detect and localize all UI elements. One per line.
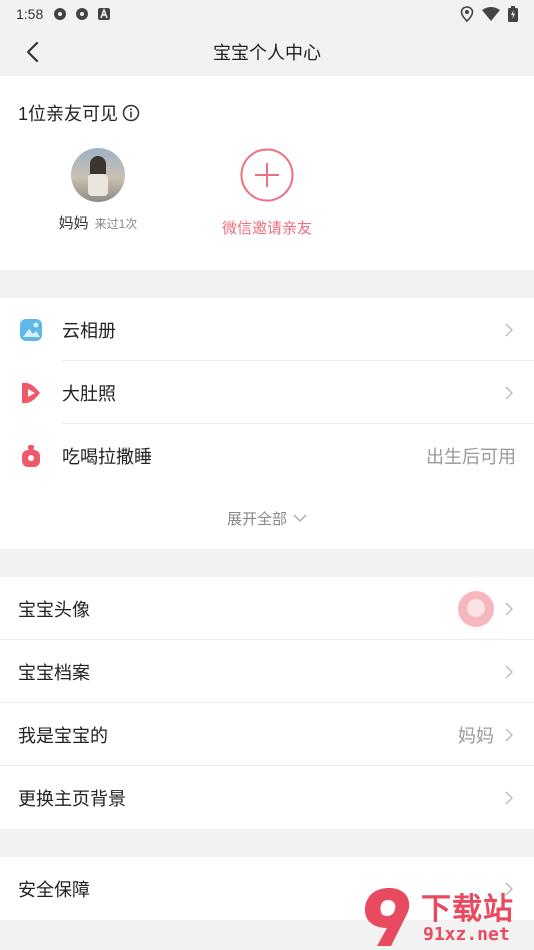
row-label: 大肚照	[62, 383, 116, 404]
info-icon[interactable]	[122, 104, 140, 122]
avatar	[71, 148, 125, 202]
row-label: 我是宝宝的	[18, 725, 108, 746]
nav-bar: 宝宝个人中心	[0, 28, 534, 76]
chevron-right-icon	[505, 728, 513, 741]
row-label: 吃喝拉撒睡	[62, 446, 152, 467]
watermark-nine-icon	[365, 888, 410, 946]
visible-count-title: 1位亲友可见	[18, 100, 140, 126]
expand-all-button[interactable]: 展开全部	[0, 487, 534, 549]
chevron-right-icon	[505, 791, 513, 804]
watermark-url: 91xz.net	[423, 924, 510, 945]
daily-care-row[interactable]: 吃喝拉撒睡 出生后可用	[0, 424, 534, 487]
member-visit-count: 来过1次	[94, 217, 138, 231]
change-background-row[interactable]: 更换主页背景	[0, 766, 534, 829]
member-name: 妈妈	[58, 215, 89, 232]
watermark-logo: 下载站 91xz.net	[359, 880, 534, 950]
settings-card: 宝宝头像 宝宝档案 我是宝宝的 妈妈 更换主页背景	[0, 577, 534, 829]
status-time: 1:58	[16, 6, 44, 22]
app-notification-icon	[54, 8, 67, 20]
page-title: 宝宝个人中心	[213, 43, 321, 63]
chevron-right-icon	[505, 602, 513, 615]
chevron-right-icon	[505, 665, 513, 678]
row-label: 宝宝档案	[18, 662, 90, 683]
row-label: 宝宝头像	[18, 599, 90, 620]
wifi-icon	[482, 7, 500, 21]
row-label: 更换主页背景	[18, 788, 126, 809]
row-value: 出生后可用	[426, 446, 516, 467]
baby-bottle-icon	[22, 444, 40, 467]
status-bar: 1:58	[0, 0, 534, 28]
visible-count-label: 1位亲友可见	[18, 104, 119, 124]
expand-label: 展开全部	[226, 510, 287, 528]
app-notification-a-icon	[98, 7, 111, 20]
invite-label: 微信邀请亲友	[221, 220, 312, 237]
features-card: 云相册 大肚照 吃喝拉撒睡 出生后可用 展开全部	[0, 298, 534, 549]
chevron-right-icon	[505, 386, 513, 399]
member-info: 妈妈 来过1次	[48, 212, 148, 233]
family-visibility-card: 1位亲友可见 妈妈 来过1次 微信邀请亲友	[0, 76, 534, 270]
invite-wechat-button[interactable]: 微信邀请亲友	[215, 148, 319, 238]
baby-profile-row[interactable]: 宝宝档案	[0, 640, 534, 703]
app-notification-icon	[76, 8, 89, 20]
belly-photo-row[interactable]: 大肚照	[0, 361, 534, 424]
row-value: 妈妈	[458, 725, 494, 746]
back-arrow-icon[interactable]	[22, 40, 46, 64]
battery-icon	[508, 6, 518, 22]
video-play-icon	[22, 382, 40, 403]
row-label: 云相册	[62, 320, 116, 341]
row-label: 安全保障	[18, 879, 90, 900]
family-member[interactable]: 妈妈 来过1次	[48, 148, 148, 233]
chevron-right-icon	[505, 323, 513, 336]
baby-avatar-row[interactable]: 宝宝头像	[0, 577, 534, 640]
add-circle-icon	[240, 148, 294, 202]
avatar	[458, 590, 494, 627]
location-icon	[460, 6, 474, 22]
photo-album-icon	[20, 318, 42, 341]
cloud-album-row[interactable]: 云相册	[0, 298, 534, 361]
watermark-text: 下载站	[421, 893, 514, 926]
relationship-row[interactable]: 我是宝宝的 妈妈	[0, 703, 534, 766]
chevron-down-icon	[293, 514, 307, 522]
